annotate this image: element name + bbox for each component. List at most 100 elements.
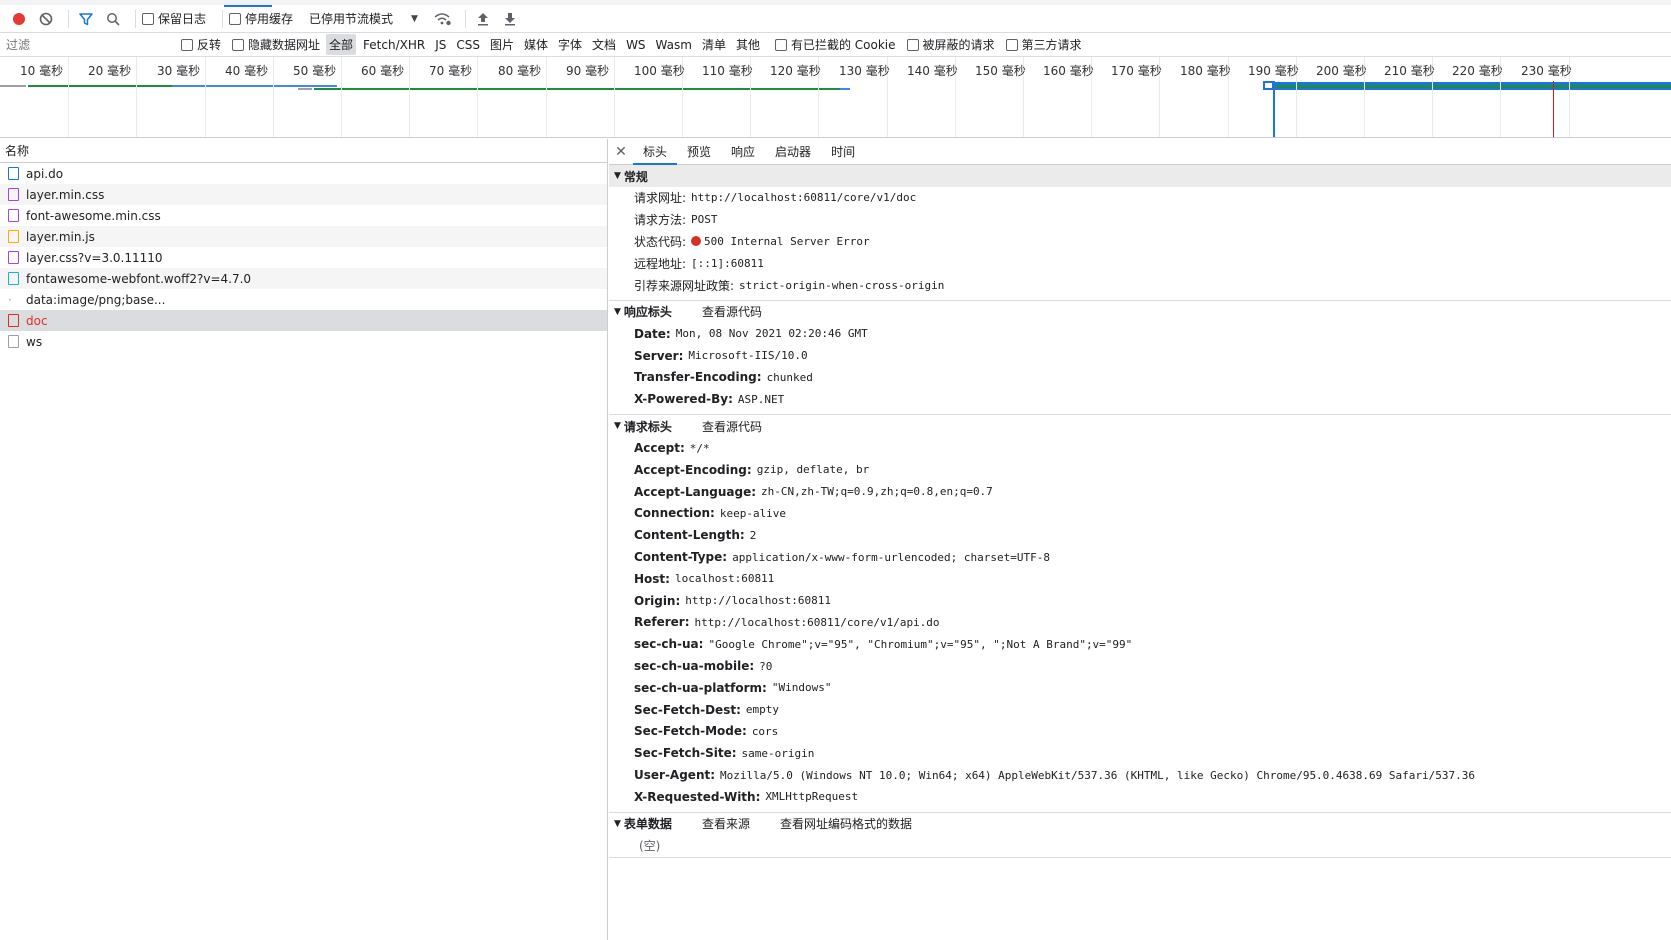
blocked-cookies-checkbox[interactable]: 有已拦截的 Cookie bbox=[774, 36, 896, 53]
status-error-icon bbox=[691, 236, 702, 247]
response-headers-header[interactable]: ▼ 响应标头 查看源代码 bbox=[609, 301, 1671, 323]
request-row[interactable]: fontawesome-webfont.woff2?v=4.7.0 bbox=[0, 268, 607, 289]
blocked-cookies-label: 有已拦截的 Cookie bbox=[790, 38, 896, 52]
type-filter-10[interactable]: 清单 bbox=[699, 34, 729, 55]
details-tab-4[interactable]: 时间 bbox=[821, 139, 865, 165]
view-source-link[interactable]: 查看源代码 bbox=[702, 418, 762, 435]
preserve-log-checkbox[interactable]: 保留日志 bbox=[142, 10, 206, 27]
hide-data-urls-checkbox[interactable]: 隐藏数据网址 bbox=[232, 36, 320, 53]
request-name: data:image/png;base... bbox=[26, 292, 166, 307]
timeline-tick-label: 80 毫秒 bbox=[498, 64, 542, 78]
header-value: http://localhost:60811/core/v1/api.do bbox=[694, 615, 940, 629]
request-row[interactable]: layer.min.js bbox=[0, 226, 607, 247]
type-filter-0[interactable]: 全部 bbox=[326, 34, 357, 55]
blocked-requests-label: 被屏蔽的请求 bbox=[922, 38, 995, 52]
header-value: http://localhost:60811 bbox=[685, 594, 831, 608]
header-row: Accept-Language: zh-CN,zh-TW;q=0.9,zh;q=0… bbox=[609, 481, 1671, 503]
checkbox-box[interactable] bbox=[229, 12, 242, 25]
separator bbox=[222, 9, 224, 28]
request-row[interactable]: api.do bbox=[0, 163, 607, 184]
record-icon bbox=[13, 12, 25, 25]
search-icon bbox=[107, 12, 120, 26]
header-row: 请求方法: POST bbox=[609, 209, 1671, 231]
network-toolbar: 保留日志 停用缓存 已停用节流模式 ▼ bbox=[0, 0, 1671, 33]
header-key: sec-ch-ua: bbox=[634, 637, 704, 652]
import-har-button[interactable] bbox=[472, 8, 494, 30]
third-party-checkbox[interactable]: 第三方请求 bbox=[1005, 36, 1082, 53]
network-conditions-button[interactable] bbox=[432, 8, 454, 30]
type-filter-1[interactable]: Fetch/XHR bbox=[360, 36, 428, 54]
request-row[interactable]: ws bbox=[0, 331, 607, 352]
image-file-icon: · bbox=[8, 293, 12, 307]
clear-button[interactable] bbox=[35, 8, 57, 30]
request-headers-title: 请求标头 bbox=[623, 419, 672, 434]
type-filter-2[interactable]: JS bbox=[432, 36, 449, 54]
close-icon[interactable]: ✕ bbox=[609, 144, 633, 160]
checkbox-box[interactable] bbox=[774, 38, 787, 51]
type-filter-8[interactable]: WS bbox=[623, 36, 648, 54]
blocked-requests-checkbox[interactable]: 被屏蔽的请求 bbox=[906, 36, 995, 53]
triangle-down-icon: ▼ bbox=[614, 421, 621, 432]
clear-icon bbox=[39, 12, 53, 25]
details-tab-2[interactable]: 响应 bbox=[721, 139, 765, 165]
request-row[interactable]: layer.css?v=3.0.11110 bbox=[0, 247, 607, 268]
request-row[interactable]: font-awesome.min.css bbox=[0, 205, 607, 226]
type-filter-3[interactable]: CSS bbox=[453, 36, 483, 54]
checkbox-box[interactable] bbox=[1005, 38, 1018, 51]
response-header-rows: Date: Mon, 08 Nov 2021 02:20:46 GMT Server… bbox=[609, 323, 1671, 414]
details-tab-1[interactable]: 预览 bbox=[677, 139, 721, 165]
search-button[interactable] bbox=[102, 8, 124, 30]
header-key: Server: bbox=[634, 348, 684, 363]
header-key: 状态代码: bbox=[634, 234, 687, 249]
header-row: 引荐来源网址政策: strict-origin-when-cross-origin bbox=[609, 274, 1671, 296]
form-data-header[interactable]: ▼ 表单数据 查看来源 查看网址编码格式的数据 bbox=[609, 813, 1671, 835]
disable-cache-checkbox[interactable]: 停用缓存 bbox=[229, 10, 293, 27]
view-source-link[interactable]: 查看来源 bbox=[702, 815, 750, 832]
type-filter-4[interactable]: 图片 bbox=[487, 34, 517, 55]
view-url-encoded-link[interactable]: 查看网址编码格式的数据 bbox=[780, 815, 912, 832]
header-row: Referer: http://localhost:60811/core/v1/a… bbox=[609, 612, 1671, 634]
hide-data-urls-label: 隐藏数据网址 bbox=[248, 38, 321, 52]
filter-button[interactable] bbox=[75, 8, 97, 30]
record-button[interactable] bbox=[8, 8, 30, 30]
timeline-tick-label: 30 毫秒 bbox=[157, 64, 201, 78]
request-row[interactable]: · data:image/png;base... bbox=[0, 289, 607, 310]
timeline-tick-label: 140 毫秒 bbox=[907, 64, 958, 78]
form-data-title: 表单数据 bbox=[623, 817, 672, 832]
general-section-header[interactable]: ▼ 常规 bbox=[609, 165, 1671, 187]
type-filter-9[interactable]: Wasm bbox=[653, 36, 695, 54]
overview-bar bbox=[1263, 82, 1671, 90]
separator bbox=[464, 9, 466, 28]
export-har-button[interactable] bbox=[499, 8, 521, 30]
header-row: Date: Mon, 08 Nov 2021 02:20:46 GMT bbox=[609, 323, 1671, 345]
request-row[interactable]: layer.min.css bbox=[0, 184, 607, 205]
checkbox-box[interactable] bbox=[906, 38, 919, 51]
header-row: Server: Microsoft-IIS/10.0 bbox=[609, 345, 1671, 367]
timeline-grid-line bbox=[205, 57, 206, 137]
header-value: XMLHttpRequest bbox=[765, 790, 859, 804]
checkbox-box[interactable] bbox=[142, 12, 154, 25]
type-filter-11[interactable]: 其他 bbox=[733, 34, 763, 55]
header-value: gzip, deflate, br bbox=[756, 463, 870, 477]
header-value: Mon, 08 Nov 2021 02:20:46 GMT bbox=[675, 327, 868, 341]
view-source-link[interactable]: 查看源代码 bbox=[702, 303, 762, 320]
checkbox-box[interactable] bbox=[181, 38, 193, 51]
checkbox-box[interactable] bbox=[232, 38, 245, 51]
details-tab-0[interactable]: 标头 bbox=[633, 139, 678, 165]
column-header-name[interactable]: 名称 bbox=[0, 139, 607, 163]
filter-input[interactable] bbox=[2, 34, 170, 55]
request-headers-header[interactable]: ▼ 请求标头 查看源代码 bbox=[609, 415, 1671, 437]
ws-file-icon bbox=[8, 335, 19, 348]
header-value: chunked bbox=[766, 370, 813, 384]
overview-bar bbox=[314, 88, 848, 90]
throttling-select[interactable]: 已停用节流模式 ▼ bbox=[309, 10, 418, 27]
network-overview-timeline[interactable]: 10 毫秒 20 毫秒 30 毫秒 40 毫秒 50 毫秒 60 毫秒 70 毫秒 80 毫秒… bbox=[0, 57, 1671, 138]
invert-checkbox[interactable]: 反转 bbox=[181, 36, 221, 53]
request-name: doc bbox=[26, 313, 48, 328]
request-row[interactable]: doc bbox=[0, 310, 607, 331]
dom-content-loaded-marker bbox=[1273, 81, 1275, 137]
type-filter-5[interactable]: 媒体 bbox=[521, 34, 551, 55]
type-filter-6[interactable]: 字体 bbox=[555, 34, 585, 55]
details-tab-3[interactable]: 启动器 bbox=[765, 139, 821, 165]
type-filter-7[interactable]: 文档 bbox=[589, 34, 619, 55]
